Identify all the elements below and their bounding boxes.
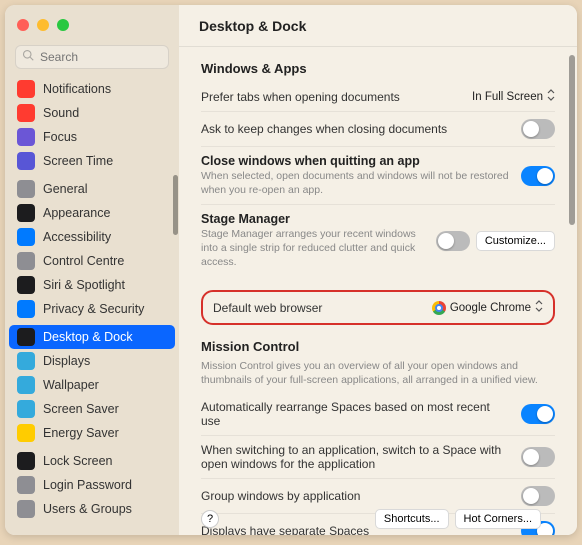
stage-manager-toggle[interactable]	[436, 231, 470, 251]
help-button[interactable]: ?	[201, 510, 219, 528]
sidebar-item-displays[interactable]: Displays	[9, 349, 175, 373]
sidebar-item-lock-screen[interactable]: Lock Screen	[9, 449, 175, 473]
sidebar-item-appearance[interactable]: Appearance	[9, 201, 175, 225]
switch-space-toggle[interactable]	[521, 447, 555, 467]
main-scrollbar[interactable]	[569, 55, 575, 225]
ask-keep-changes-toggle[interactable]	[521, 119, 555, 139]
default-browser-highlight: Default web browser Google Chrome	[201, 290, 555, 325]
sidebar-item-privacy-security[interactable]: Privacy & Security	[9, 297, 175, 321]
switch-space-label: When switching to an application, switch…	[201, 443, 511, 471]
hot-corners-button[interactable]: Hot Corners...	[455, 509, 541, 529]
sidebar-item-screen-saver[interactable]: Screen Saver	[9, 397, 175, 421]
content-scroll: Windows & Apps Prefer tabs when opening …	[179, 47, 577, 535]
sidebar-item-login-password[interactable]: Login Password	[9, 473, 175, 497]
sidebar-item-users-groups[interactable]: Users & Groups	[9, 497, 175, 521]
sidebar-item-focus[interactable]: Focus	[9, 125, 175, 149]
sidebar-item-energy-saver[interactable]: Energy Saver	[9, 421, 175, 445]
sidebar-item-screen-time[interactable]: Screen Time	[9, 149, 175, 173]
close-window-button[interactable]	[17, 19, 29, 31]
sidebar-item-control-centre[interactable]: Control Centre	[9, 249, 175, 273]
wallpaper-icon	[17, 376, 35, 394]
sidebar-item-label: Screen Saver	[43, 402, 119, 416]
zoom-window-button[interactable]	[57, 19, 69, 31]
sidebar-item-sound[interactable]: Sound	[9, 101, 175, 125]
group-windows-toggle[interactable]	[521, 486, 555, 506]
sidebar-item-label: Sound	[43, 106, 79, 120]
close-windows-toggle[interactable]	[521, 166, 555, 186]
sidebar-item-label: Energy Saver	[43, 426, 119, 440]
sidebar-scrollbar[interactable]	[173, 175, 178, 235]
ask-keep-changes-label: Ask to keep changes when closing documen…	[201, 122, 511, 136]
sidebar-item-label: Users & Groups	[43, 502, 132, 516]
sidebar-item-label: Desktop & Dock	[43, 330, 133, 344]
notifications-icon	[17, 80, 35, 98]
lock-screen-icon	[17, 452, 35, 470]
sidebar-item-label: Displays	[43, 354, 90, 368]
sidebar: Notifications Sound Focus Screen Time Genera…	[5, 5, 179, 535]
users-groups-icon	[17, 500, 35, 518]
sidebar-item-wallpaper[interactable]: Wallpaper	[9, 373, 175, 397]
sidebar-item-label: Lock Screen	[43, 454, 112, 468]
accessibility-icon	[17, 228, 35, 246]
sidebar-item-label: Privacy & Security	[43, 302, 144, 316]
sidebar-item-label: Appearance	[43, 206, 110, 220]
search-input[interactable]	[40, 50, 162, 64]
shortcuts-button[interactable]: Shortcuts...	[375, 509, 449, 529]
energy-saver-icon	[17, 424, 35, 442]
prefer-tabs-popup[interactable]: In Full Screen	[472, 89, 555, 104]
displays-icon	[17, 352, 35, 370]
search-field[interactable]	[15, 45, 169, 69]
sidebar-item-label: Accessibility	[43, 230, 111, 244]
prefer-tabs-label: Prefer tabs when opening documents	[201, 90, 462, 104]
mission-control-heading: Mission Control	[201, 339, 555, 354]
sidebar-item-label: Focus	[43, 130, 77, 144]
settings-window: Notifications Sound Focus Screen Time Genera…	[5, 5, 577, 535]
default-browser-label: Default web browser	[213, 301, 422, 315]
auto-rearrange-toggle[interactable]	[521, 404, 555, 424]
chrome-icon	[432, 301, 446, 315]
window-controls	[5, 5, 179, 45]
sidebar-item-label: General	[43, 182, 87, 196]
main-pane: Desktop & Dock Windows & Apps Prefer tab…	[179, 5, 577, 535]
group-windows-label: Group windows by application	[201, 489, 511, 503]
auto-rearrange-label: Automatically rearrange Spaces based on …	[201, 400, 511, 428]
siri-spotlight-icon	[17, 276, 35, 294]
appearance-icon	[17, 204, 35, 222]
sidebar-nav: Notifications Sound Focus Screen Time Genera…	[5, 77, 179, 535]
stage-manager-sub: Stage Manager arranges your recent windo…	[201, 228, 426, 269]
sidebar-item-label: Login Password	[43, 478, 132, 492]
sidebar-item-label: Control Centre	[43, 254, 124, 268]
footer: ? Shortcuts... Hot Corners...	[179, 509, 563, 529]
default-browser-popup[interactable]: Google Chrome	[432, 300, 543, 315]
sidebar-item-label: Notifications	[43, 82, 111, 96]
sidebar-item-label: Screen Time	[43, 154, 113, 168]
sidebar-item-siri-spotlight[interactable]: Siri & Spotlight	[9, 273, 175, 297]
sidebar-item-desktop-dock[interactable]: Desktop & Dock	[9, 325, 175, 349]
screen-saver-icon	[17, 400, 35, 418]
close-windows-sub: When selected, open documents and window…	[201, 170, 511, 197]
page-title: Desktop & Dock	[179, 5, 577, 47]
login-password-icon	[17, 476, 35, 494]
stage-manager-customize-button[interactable]: Customize...	[476, 231, 555, 251]
stage-manager-label: Stage Manager	[201, 212, 426, 226]
screen-time-icon	[17, 152, 35, 170]
desktop-dock-icon	[17, 328, 35, 346]
sidebar-item-label: Wallpaper	[43, 378, 99, 392]
sidebar-item-accessibility[interactable]: Accessibility	[9, 225, 175, 249]
minimize-window-button[interactable]	[37, 19, 49, 31]
windows-apps-heading: Windows & Apps	[201, 61, 555, 76]
general-icon	[17, 180, 35, 198]
sidebar-item-label: Siri & Spotlight	[43, 278, 125, 292]
chevron-updown-icon	[535, 300, 543, 315]
focus-icon	[17, 128, 35, 146]
sound-icon	[17, 104, 35, 122]
control-centre-icon	[17, 252, 35, 270]
chevron-updown-icon	[547, 89, 555, 104]
sidebar-item-general[interactable]: General	[9, 177, 175, 201]
search-icon	[22, 48, 34, 66]
privacy-security-icon	[17, 300, 35, 318]
mission-control-sub: Mission Control gives you an overview of…	[201, 360, 555, 387]
close-windows-label: Close windows when quitting an app	[201, 154, 511, 168]
sidebar-item-notifications[interactable]: Notifications	[9, 77, 175, 101]
